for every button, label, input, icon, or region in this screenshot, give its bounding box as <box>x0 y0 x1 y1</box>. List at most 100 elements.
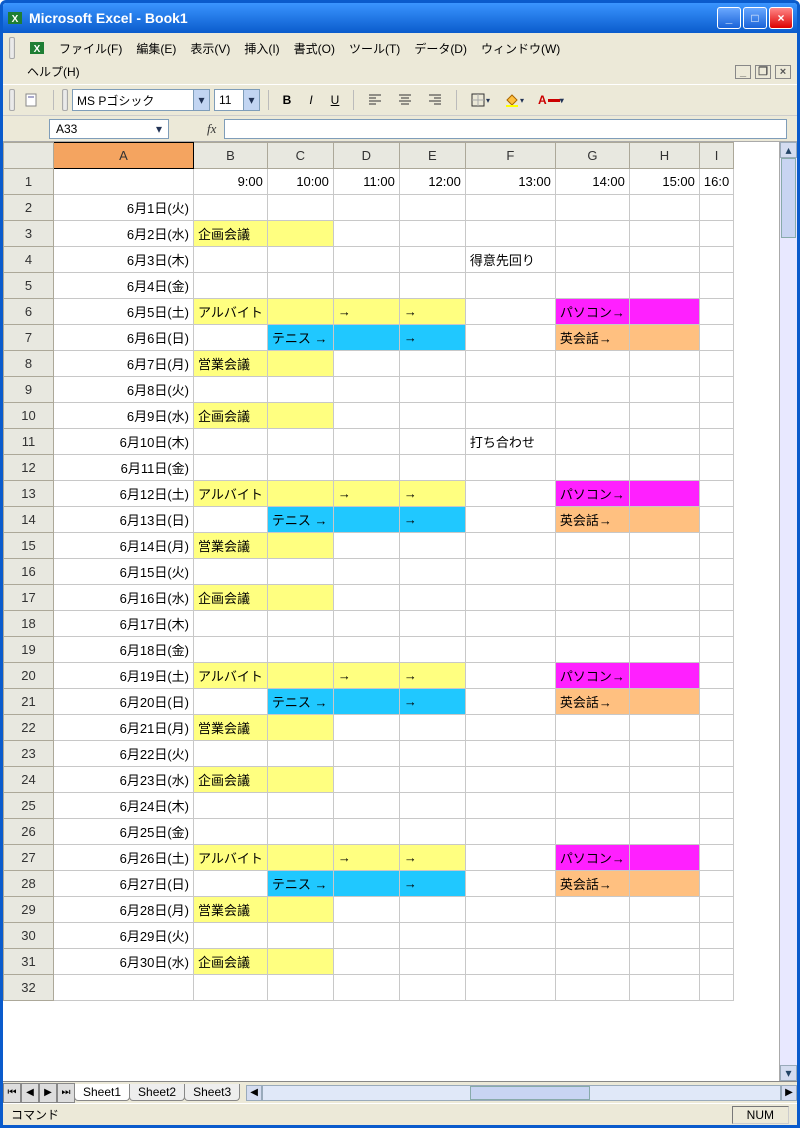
formula-input[interactable] <box>224 119 787 139</box>
column-header[interactable]: G <box>555 143 629 169</box>
cell[interactable] <box>465 767 555 793</box>
cell[interactable] <box>333 767 399 793</box>
cell[interactable]: 6月2日(水) <box>54 221 194 247</box>
cell[interactable] <box>555 429 629 455</box>
cell[interactable] <box>267 585 333 611</box>
cell[interactable]: 企画会議 <box>194 221 268 247</box>
cell[interactable] <box>465 689 555 715</box>
row-header[interactable]: 18 <box>4 611 54 637</box>
cell[interactable] <box>333 351 399 377</box>
cell[interactable] <box>399 585 465 611</box>
row-header[interactable]: 3 <box>4 221 54 247</box>
cell[interactable]: → <box>399 481 465 507</box>
menu-edit[interactable]: 編集(E) <box>136 40 176 57</box>
cell[interactable] <box>194 559 268 585</box>
cell[interactable] <box>465 871 555 897</box>
cell[interactable] <box>267 975 333 1001</box>
cell[interactable]: 英会話→ <box>555 689 629 715</box>
cell[interactable]: 14:00 <box>555 169 629 195</box>
cell[interactable] <box>699 351 733 377</box>
cell[interactable] <box>399 741 465 767</box>
cell[interactable] <box>399 403 465 429</box>
cell[interactable] <box>333 377 399 403</box>
cell[interactable] <box>555 221 629 247</box>
cell[interactable] <box>267 429 333 455</box>
cell[interactable] <box>629 663 699 689</box>
cell[interactable] <box>699 715 733 741</box>
cell[interactable] <box>629 247 699 273</box>
cell[interactable]: 6月1日(火) <box>54 195 194 221</box>
cell[interactable] <box>399 429 465 455</box>
cell[interactable]: 6月11日(金) <box>54 455 194 481</box>
cell[interactable] <box>267 299 333 325</box>
font-name-input[interactable] <box>73 93 193 107</box>
cell[interactable] <box>629 689 699 715</box>
cell[interactable] <box>333 897 399 923</box>
cell[interactable] <box>465 481 555 507</box>
row-header[interactable]: 4 <box>4 247 54 273</box>
cell[interactable]: 企画会議 <box>194 767 268 793</box>
cell[interactable]: パソコン→ <box>555 845 629 871</box>
row-header[interactable]: 12 <box>4 455 54 481</box>
bold-button[interactable]: B <box>277 89 297 111</box>
cell[interactable] <box>555 611 629 637</box>
cell[interactable] <box>699 819 733 845</box>
fill-color-button[interactable]: ▾ <box>499 89 529 111</box>
cell[interactable] <box>333 403 399 429</box>
cell[interactable]: アルバイト <box>194 299 268 325</box>
cell[interactable] <box>194 429 268 455</box>
cell[interactable]: → <box>333 845 399 871</box>
sheet-tab[interactable]: Sheet2 <box>129 1084 185 1101</box>
cell[interactable]: 打ち合わせ <box>465 429 555 455</box>
cell[interactable] <box>333 611 399 637</box>
cell[interactable]: 英会話→ <box>555 325 629 351</box>
cell[interactable] <box>629 637 699 663</box>
cell[interactable] <box>465 377 555 403</box>
tab-nav-prev[interactable]: ◀ <box>21 1083 39 1103</box>
dropdown-icon[interactable]: ▾ <box>243 90 259 110</box>
cell[interactable] <box>194 455 268 481</box>
column-header[interactable]: C <box>267 143 333 169</box>
cell[interactable]: テニス → <box>267 871 333 897</box>
mdi-close-button[interactable]: × <box>775 65 791 79</box>
cell[interactable] <box>333 533 399 559</box>
toolbar-handle[interactable] <box>9 89 15 111</box>
cell[interactable] <box>465 897 555 923</box>
scroll-right-icon[interactable]: ▶ <box>781 1085 797 1101</box>
cell[interactable] <box>399 273 465 299</box>
fx-icon[interactable]: fx <box>207 121 216 137</box>
cell[interactable]: → <box>399 845 465 871</box>
cell[interactable] <box>54 975 194 1001</box>
cell[interactable] <box>555 897 629 923</box>
cell[interactable] <box>399 351 465 377</box>
row-header[interactable]: 16 <box>4 559 54 585</box>
name-box[interactable]: A33 ▾ <box>49 119 169 139</box>
cell[interactable]: 6月29日(火) <box>54 923 194 949</box>
cell[interactable] <box>555 455 629 481</box>
row-header[interactable]: 14 <box>4 507 54 533</box>
cell[interactable] <box>629 975 699 1001</box>
cell[interactable] <box>629 481 699 507</box>
cell[interactable]: パソコン→ <box>555 299 629 325</box>
column-header[interactable]: F <box>465 143 555 169</box>
cell[interactable] <box>267 221 333 247</box>
cell[interactable] <box>333 637 399 663</box>
cell[interactable] <box>555 195 629 221</box>
cell[interactable] <box>629 273 699 299</box>
font-color-button[interactable]: A▾ <box>533 89 569 111</box>
cell[interactable] <box>465 663 555 689</box>
cell[interactable] <box>629 377 699 403</box>
cell[interactable] <box>399 923 465 949</box>
cell[interactable]: 6月17日(木) <box>54 611 194 637</box>
cell[interactable] <box>699 507 733 533</box>
row-header[interactable]: 23 <box>4 741 54 767</box>
cell[interactable]: 6月19日(土) <box>54 663 194 689</box>
cell[interactable]: 6月8日(火) <box>54 377 194 403</box>
cell[interactable] <box>629 429 699 455</box>
cell[interactable] <box>267 637 333 663</box>
row-header[interactable]: 27 <box>4 845 54 871</box>
cell[interactable]: → <box>399 663 465 689</box>
cell[interactable]: → <box>333 663 399 689</box>
cell[interactable] <box>699 767 733 793</box>
cell[interactable]: → <box>399 871 465 897</box>
